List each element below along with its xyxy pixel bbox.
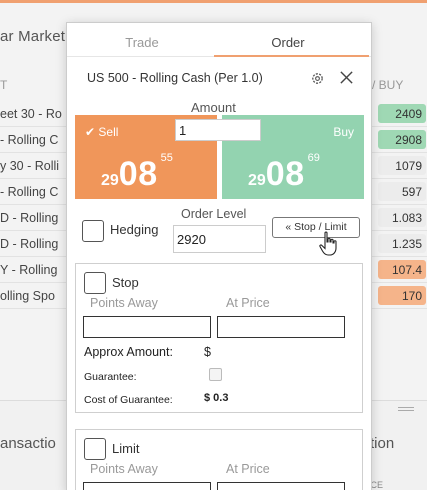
market-row-buy-price[interactable]: 2908 [378,130,426,149]
sell-price-small: 29 [101,172,119,189]
limit-title: Limit [112,441,140,456]
hedging-label: Hedging [110,222,159,237]
tab-order[interactable]: Order [213,35,363,50]
guarantee-label: Guarantee: [84,371,137,383]
market-row-name: - Rolling C [0,133,59,147]
hand-cursor-icon [319,231,337,256]
stop-at-price-label: At Price [226,296,270,310]
cost-of-guarantee-label: Cost of Guarantee: [84,394,173,406]
market-row-name: eet 30 - Ro [0,107,62,121]
market-row-name: - Rolling C [0,185,59,199]
amount-input[interactable] [175,119,261,141]
market-row-buy-price[interactable]: 597 [378,182,426,201]
market-row-buy-price[interactable]: 2409 [378,104,426,123]
stop-section: Stop Points Away At Price Approx Amount:… [75,263,363,413]
limit-section: Limit Points Away At Price [75,429,363,490]
market-row-name: Y - Rolling [0,263,58,277]
limit-at-price-input[interactable] [217,482,345,490]
sell-price-big: 08 [118,155,158,193]
sell-price-sup: 55 [160,152,173,164]
stop-title: Stop [112,275,139,290]
limit-points-away-input[interactable] [83,482,211,490]
market-row-buy-price[interactable]: 170 [378,286,426,305]
active-tab-indicator [214,55,369,57]
approx-amount-value: $ [204,345,211,359]
market-row-buy-price[interactable]: 107.4 [378,260,426,279]
sell-label: ✔ Sell [85,125,119,139]
order-level-input[interactable] [173,225,266,253]
market-title: ar Market [0,28,66,45]
market-row-name: D - Rolling [0,237,59,251]
stop-points-away-label: Points Away [90,296,158,310]
buy-label: Buy [333,125,354,139]
amount-label: Amount [191,100,236,115]
buy-price-sup: 69 [307,152,320,164]
limit-points-away-label: Points Away [90,462,158,476]
approx-amount-label: Approx Amount: [84,345,173,359]
transactions-tab[interactable]: ansactio [0,435,56,452]
market-row-buy-price[interactable]: 1.083 [378,208,426,227]
position-tab[interactable]: tion [370,435,394,452]
buy-price-small: 29 [248,172,266,189]
accent-bar [0,0,427,3]
market-row-name: y 30 - Rolli [0,159,60,173]
hedging-checkbox[interactable] [82,220,104,242]
stop-at-price-input[interactable] [217,316,345,338]
stop-points-away-input[interactable] [83,316,211,338]
order-dialog: Trade Order US 500 - Rolling Cash (Per 1… [66,22,372,490]
market-row-buy-price[interactable]: 1.235 [378,234,426,253]
sell-price: 2908 55 [101,152,173,194]
cost-of-guarantee-value: $ 0.3 [204,392,229,404]
buy-price-big: 08 [265,155,305,193]
column-header-name: T [0,78,8,92]
close-icon[interactable] [339,70,354,85]
limit-checkbox[interactable] [84,438,106,460]
resize-grip-icon[interactable] [398,407,414,411]
buy-price: 2908 69 [248,152,320,194]
market-row-name: olling Spo [0,289,55,303]
stop-checkbox[interactable] [84,272,106,294]
instrument-name: US 500 - Rolling Cash (Per 1.0) [87,71,263,85]
tab-trade[interactable]: Trade [67,35,217,50]
dialog-tabs: Trade Order [67,23,371,57]
guarantee-checkbox[interactable] [209,368,222,381]
stop-limit-button[interactable]: « Stop / Limit [272,217,360,238]
market-row-buy-price[interactable]: 1079 [378,156,426,175]
gear-icon[interactable] [310,71,325,86]
limit-at-price-label: At Price [226,462,270,476]
market-row-name: D - Rolling [0,211,59,225]
order-level-label: Order Level [181,207,247,221]
column-header-buy: / BUY [372,78,404,92]
